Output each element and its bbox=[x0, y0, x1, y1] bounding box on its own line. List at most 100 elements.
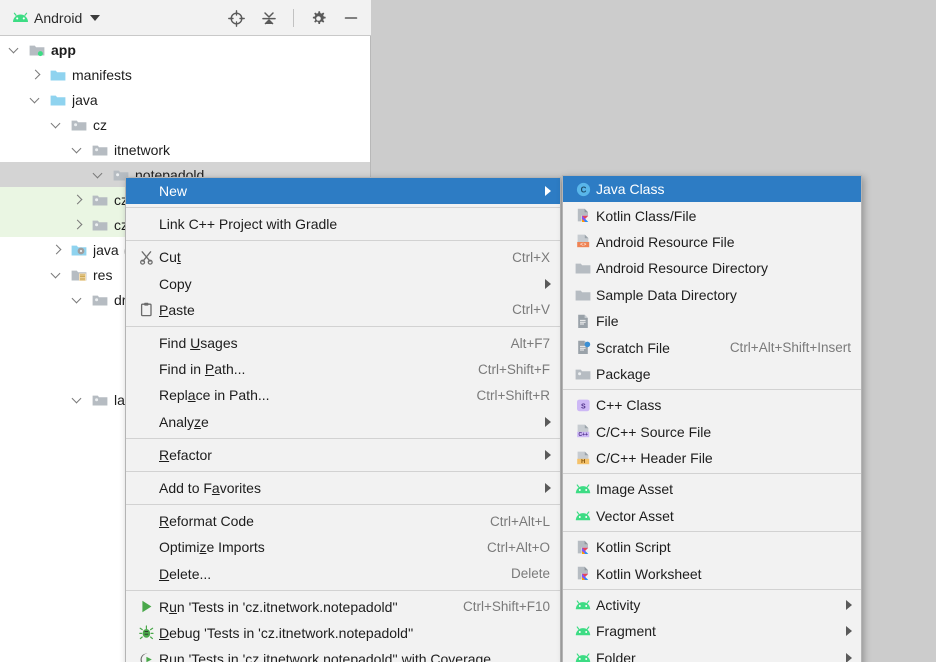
menu-item[interactable]: <>Android Resource File bbox=[563, 229, 861, 255]
collapse-all-icon[interactable] bbox=[257, 6, 281, 30]
blue-folder-icon bbox=[50, 93, 66, 107]
menu-item[interactable]: Kotlin Class/File bbox=[563, 202, 861, 228]
menu-item[interactable]: Vector Asset bbox=[563, 503, 861, 529]
tree-row[interactable]: cz bbox=[0, 112, 370, 137]
chevron-down-icon[interactable] bbox=[8, 43, 21, 56]
chevron-down-icon[interactable] bbox=[71, 293, 84, 306]
menu-item-shortcut: Ctrl+Shift+R bbox=[476, 388, 550, 403]
tree-row-label: java bbox=[72, 92, 98, 108]
menu-item[interactable]: Add to Favorites bbox=[126, 475, 560, 501]
menu-item-label: Copy bbox=[159, 276, 545, 292]
menu-item[interactable]: HC/C++ Header File bbox=[563, 445, 861, 471]
kotlin-file-icon bbox=[573, 540, 593, 555]
chevron-right-icon[interactable] bbox=[71, 193, 84, 206]
menu-item-shortcut: Ctrl+Shift+F bbox=[478, 362, 550, 377]
locate-icon[interactable] bbox=[224, 6, 248, 30]
menu-item[interactable]: Refactor bbox=[126, 442, 560, 468]
cpp-header-icon: H bbox=[573, 451, 593, 466]
menu-separator bbox=[126, 438, 560, 439]
menu-item[interactable]: Run 'Tests in 'cz.itnetwork.notepadold''… bbox=[126, 646, 560, 662]
chevron-down-icon[interactable] bbox=[50, 268, 63, 281]
menu-item-label: Run 'Tests in 'cz.itnetwork.notepadold''… bbox=[159, 651, 560, 662]
svg-text:S: S bbox=[580, 403, 585, 410]
menu-item[interactable]: New bbox=[126, 178, 560, 204]
chevron-right-icon[interactable] bbox=[50, 243, 63, 256]
menu-item[interactable]: Image Asset bbox=[563, 476, 861, 502]
tree-row-label: app bbox=[51, 42, 76, 58]
menu-item[interactable]: Analyze bbox=[126, 409, 560, 435]
new-submenu[interactable]: CJava ClassKotlin Class/File<>Android Re… bbox=[562, 175, 862, 662]
android-resource-file-icon: <> bbox=[573, 234, 593, 249]
menu-item-label: Scratch File bbox=[596, 340, 716, 356]
menu-item[interactable]: PasteCtrl+V bbox=[126, 297, 560, 323]
menu-item-shortcut: Ctrl+Shift+F10 bbox=[463, 599, 550, 614]
tool-window-header: Android bbox=[0, 0, 371, 36]
chevron-right-icon[interactable] bbox=[29, 68, 42, 81]
menu-item[interactable]: Scratch FileCtrl+Alt+Shift+Insert bbox=[563, 334, 861, 360]
menu-item[interactable]: Folder bbox=[563, 645, 861, 662]
chevron-down-icon[interactable] bbox=[50, 118, 63, 131]
menu-item-label: Android Resource File bbox=[596, 234, 861, 250]
menu-item[interactable]: Find UsagesAlt+F7 bbox=[126, 330, 560, 356]
submenu-arrow-icon bbox=[545, 417, 551, 427]
menu-item-label: Fragment bbox=[596, 623, 846, 639]
menu-item[interactable]: Find in Path... Ctrl+Shift+F bbox=[126, 356, 560, 382]
menu-item[interactable]: Fragment bbox=[563, 618, 861, 644]
blue-folder-icon bbox=[50, 68, 66, 82]
submenu-arrow-icon bbox=[545, 279, 551, 289]
tree-row[interactable]: app bbox=[0, 37, 370, 62]
menu-item[interactable]: Package bbox=[563, 361, 861, 387]
menu-item[interactable]: Copy bbox=[126, 271, 560, 297]
android-logo-icon bbox=[573, 600, 593, 610]
context-menu[interactable]: New Link C++ Project with Gradle CutCtrl+X… bbox=[125, 177, 561, 662]
submenu-arrow-icon bbox=[846, 626, 852, 636]
package-folder-icon bbox=[92, 293, 108, 307]
menu-item[interactable]: Reformat CodeCtrl+Alt+L bbox=[126, 508, 560, 534]
chevron-right-icon[interactable] bbox=[71, 218, 84, 231]
menu-item[interactable]: S C++ Class bbox=[563, 392, 861, 418]
folder-icon bbox=[573, 288, 593, 302]
menu-item-label: Find in Path... bbox=[159, 361, 464, 377]
menu-item-label: New bbox=[159, 183, 545, 199]
svg-text:C++: C++ bbox=[578, 432, 588, 438]
chevron-down-icon[interactable] bbox=[29, 93, 42, 106]
submenu-arrow-icon bbox=[545, 186, 551, 196]
menu-item-shortcut: Ctrl+Alt+O bbox=[487, 540, 550, 555]
tree-row[interactable]: manifests bbox=[0, 62, 370, 87]
tree-row[interactable]: java bbox=[0, 87, 370, 112]
menu-item[interactable]: CutCtrl+X bbox=[126, 244, 560, 270]
menu-item[interactable]: Sample Data Directory bbox=[563, 282, 861, 308]
chevron-down-icon[interactable] bbox=[92, 168, 105, 181]
menu-item[interactable]: Activity bbox=[563, 592, 861, 618]
menu-item-label: C++ Class bbox=[596, 397, 861, 413]
menu-item-shortcut: Ctrl+X bbox=[512, 250, 550, 265]
menu-item[interactable]: Optimize Imports Ctrl+Alt+O bbox=[126, 534, 560, 560]
menu-item[interactable]: CJava Class bbox=[563, 176, 861, 202]
menu-item[interactable]: Replace in Path...Ctrl+Shift+R bbox=[126, 382, 560, 408]
package-folder-icon bbox=[92, 143, 108, 157]
gear-icon[interactable] bbox=[306, 6, 330, 30]
menu-item[interactable]: Delete...Delete bbox=[126, 560, 560, 586]
tree-row[interactable]: itnetwork bbox=[0, 137, 370, 162]
generated-folder-icon bbox=[71, 243, 87, 257]
tree-row-label: cz bbox=[93, 117, 107, 133]
tree-row-label: manifests bbox=[72, 67, 132, 83]
minimize-icon[interactable] bbox=[339, 6, 363, 30]
menu-item[interactable]: File bbox=[563, 308, 861, 334]
chevron-down-icon[interactable] bbox=[90, 15, 100, 21]
menu-item[interactable]: Debug 'Tests in 'cz.itnetwork.notepadold… bbox=[126, 620, 560, 646]
chevron-down-icon[interactable] bbox=[71, 143, 84, 156]
menu-item-label: Optimize Imports bbox=[159, 539, 473, 555]
menu-item-label: Refactor bbox=[159, 447, 545, 463]
menu-item[interactable]: Android Resource Directory bbox=[563, 255, 861, 281]
menu-item-label: C/C++ Source File bbox=[596, 424, 861, 440]
menu-item[interactable]: Link C++ Project with Gradle bbox=[126, 211, 560, 237]
menu-separator bbox=[126, 240, 560, 241]
menu-item[interactable]: Kotlin Script bbox=[563, 534, 861, 560]
menu-item[interactable]: Kotlin Worksheet bbox=[563, 560, 861, 586]
chevron-down-icon[interactable] bbox=[71, 393, 84, 406]
menu-item[interactable]: Run 'Tests in 'cz.itnetwork.notepadold''… bbox=[126, 594, 560, 620]
menu-item[interactable]: C++ C/C++ Source File bbox=[563, 419, 861, 445]
menu-separator bbox=[126, 207, 560, 208]
svg-text:H: H bbox=[581, 459, 585, 465]
